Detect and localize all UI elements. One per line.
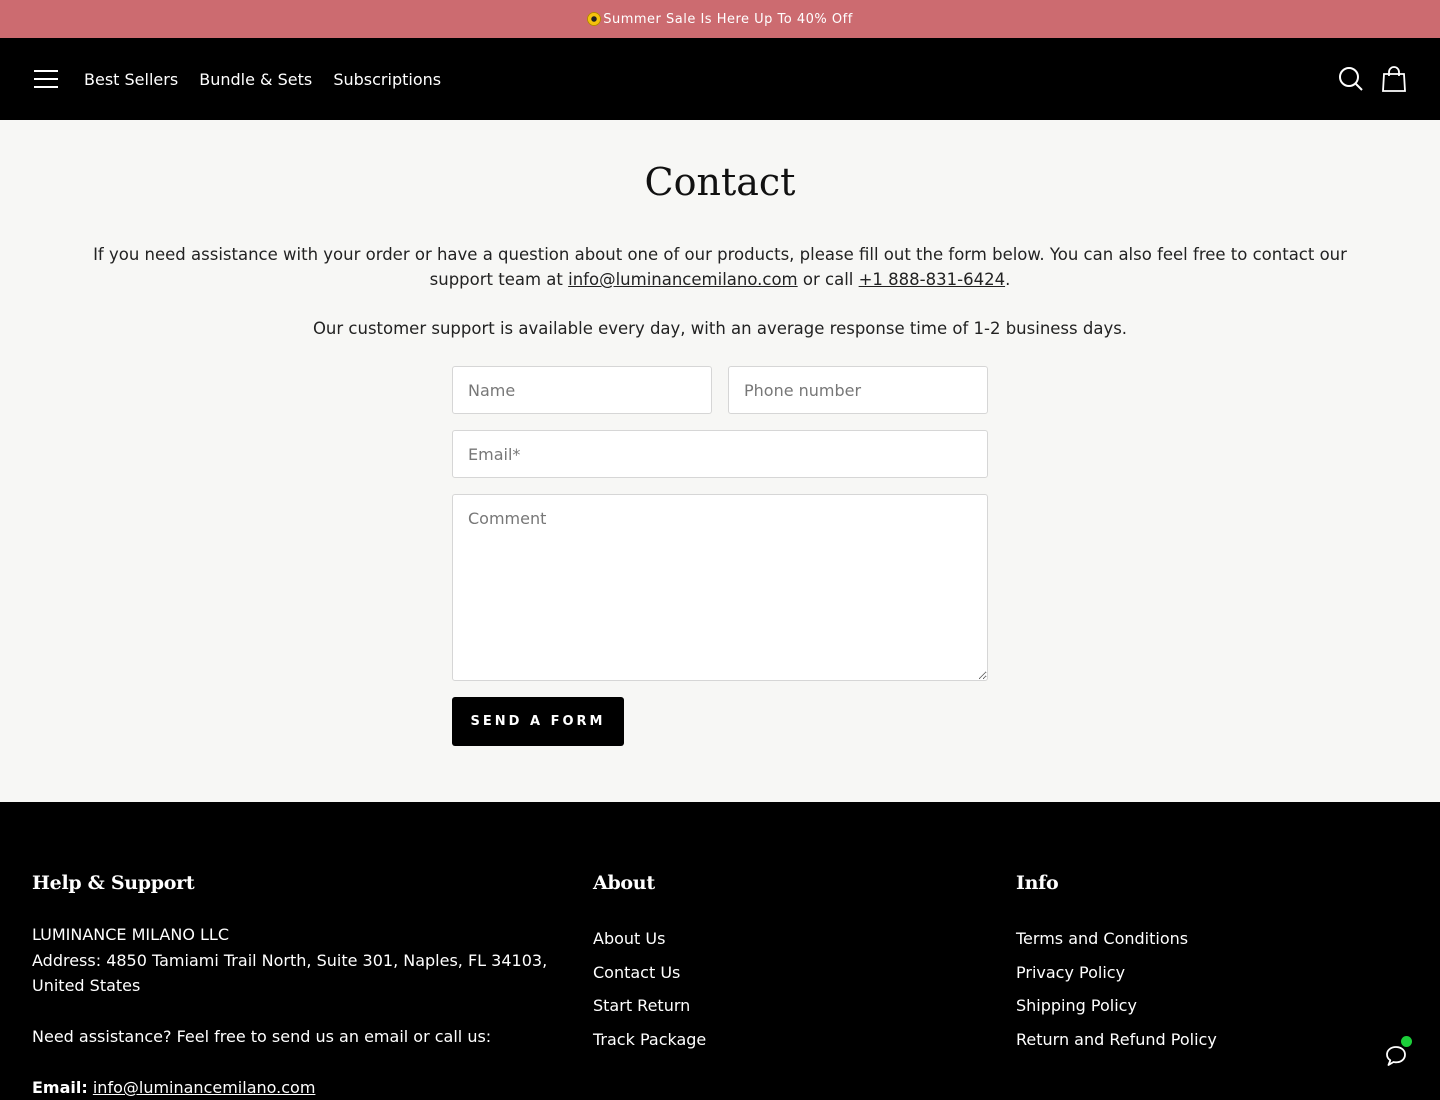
phone-input[interactable] — [728, 366, 988, 414]
footer-info-column: Info Terms and Conditions Privacy Policy… — [1016, 872, 1217, 1057]
footer-email-line: Email: info@luminancemilano.com — [32, 1075, 572, 1100]
support-email-link[interactable]: info@luminancemilano.com — [568, 270, 798, 289]
footer-info-heading: Info — [1016, 872, 1059, 894]
footer-help-column: Help & Support LUMINANCE MILANO LLC Addr… — [32, 872, 572, 1100]
chat-bubble-icon[interactable] — [1384, 1036, 1412, 1068]
search-icon[interactable] — [1338, 66, 1364, 92]
nav-best-sellers[interactable]: Best Sellers — [84, 70, 178, 89]
page-title: Contact — [644, 160, 796, 204]
nav-subscriptions[interactable]: Subscriptions — [333, 70, 441, 89]
send-form-button[interactable]: SEND A FORM — [452, 697, 624, 746]
footer-link-track-package[interactable]: Track Package — [593, 1030, 706, 1049]
intro-text: If you need assistance with your order o… — [70, 242, 1370, 292]
footer-help-heading: Help & Support — [32, 872, 195, 894]
nav-bundle-sets[interactable]: Bundle & Sets — [199, 70, 312, 89]
footer-email-link[interactable]: info@luminancemilano.com — [93, 1078, 316, 1097]
site-header: Best Sellers Bundle & Sets Subscriptions — [0, 38, 1440, 120]
chat-online-indicator — [1401, 1036, 1412, 1047]
footer-assist-text: Need assistance? Feel free to send us an… — [32, 1027, 492, 1046]
announcement-bar: Summer Sale Is Here Up To 40% Off — [0, 0, 1440, 38]
contact-main: Contact If you need assistance with your… — [0, 120, 1440, 802]
site-footer: Help & Support LUMINANCE MILANO LLC Addr… — [0, 802, 1440, 1100]
cart-icon[interactable] — [1382, 66, 1406, 92]
intro-end: . — [1005, 270, 1011, 289]
footer-link-contact-us[interactable]: Contact Us — [593, 963, 680, 982]
footer-about-heading: About — [593, 872, 655, 894]
main-nav: Best Sellers Bundle & Sets Subscriptions — [84, 70, 457, 89]
footer-link-refund[interactable]: Return and Refund Policy — [1016, 1030, 1217, 1049]
email-input[interactable] — [452, 430, 988, 478]
footer-link-start-return[interactable]: Start Return — [593, 996, 690, 1015]
footer-email-label: Email: — [32, 1078, 88, 1097]
comment-textarea[interactable] — [452, 494, 988, 681]
footer-link-shipping[interactable]: Shipping Policy — [1016, 996, 1137, 1015]
support-hours-text: Our customer support is available every … — [312, 319, 1128, 338]
footer-link-about-us[interactable]: About Us — [593, 929, 665, 948]
footer-link-privacy[interactable]: Privacy Policy — [1016, 963, 1125, 982]
footer-company: LUMINANCE MILANO LLC — [32, 925, 229, 944]
footer-address: Address: 4850 Tamiami Trail North, Suite… — [32, 950, 548, 996]
name-input[interactable] — [452, 366, 712, 414]
footer-link-terms[interactable]: Terms and Conditions — [1016, 929, 1188, 948]
intro-middle: or call — [797, 270, 859, 289]
support-phone-link[interactable]: +1 888-831-6424 — [859, 270, 1005, 289]
menu-icon[interactable] — [34, 70, 58, 88]
footer-about-column: About About Us Contact Us Start Return T… — [593, 872, 706, 1057]
announcement-text: Summer Sale Is Here Up To 40% Off — [603, 11, 853, 27]
sun-icon — [587, 12, 602, 26]
